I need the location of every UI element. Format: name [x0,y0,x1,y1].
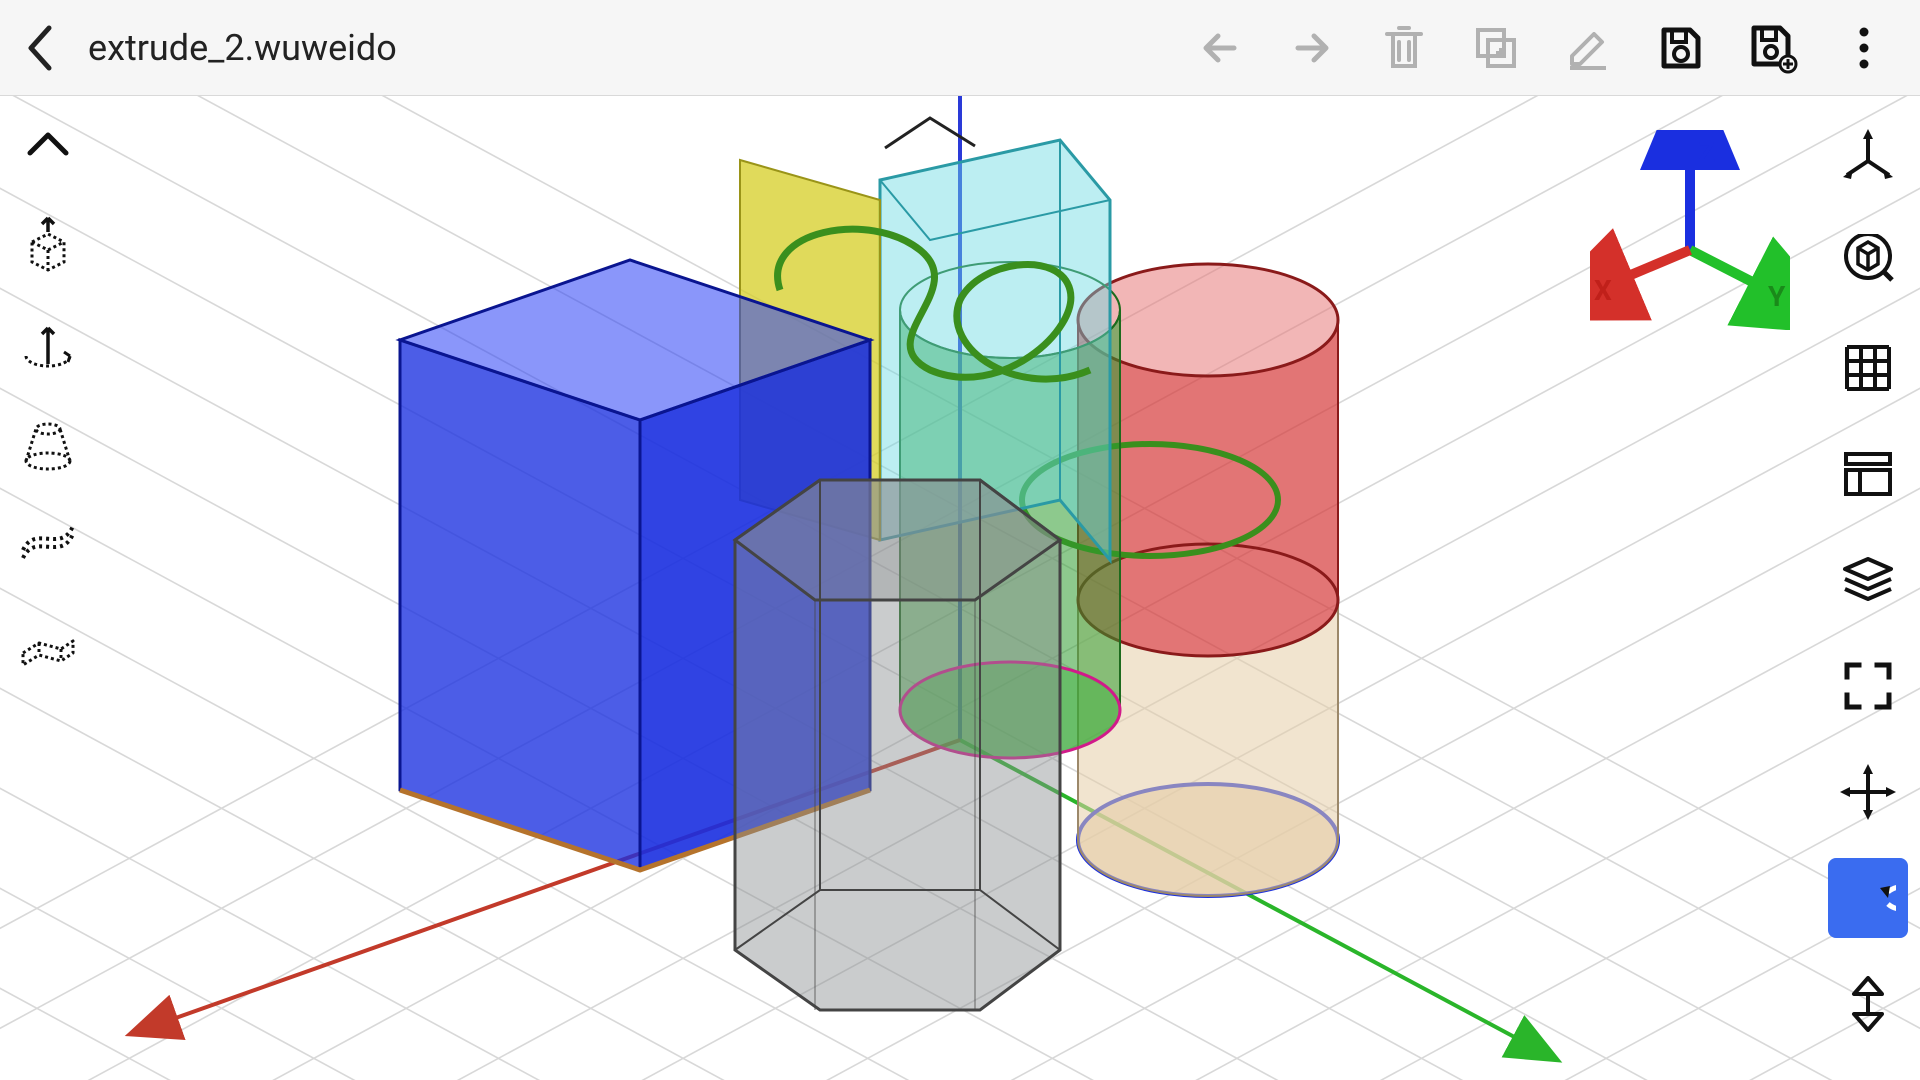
edit-button[interactable] [1560,20,1616,76]
more-menu-button[interactable] [1836,20,1892,76]
layers-button[interactable] [1828,540,1908,620]
thicken-tool-button[interactable] [12,608,84,680]
revolve-tool-button[interactable] [12,308,84,380]
orientation-gizmo[interactable]: Z Y X [1590,130,1790,330]
right-toolbar [1816,96,1920,1080]
collapse-panel-button[interactable] [12,108,84,180]
gizmo-z-label: Z [1698,136,1715,169]
left-toolbar [0,96,96,680]
back-button[interactable] [16,24,64,72]
fullscreen-button[interactable] [1828,646,1908,726]
loft-tool-button[interactable] [12,408,84,480]
gizmo-x-label: X [1594,274,1612,307]
copy-button[interactable] [1468,20,1524,76]
top-toolbar: extrude_2.wuweido [0,0,1920,96]
redo-button[interactable] [1284,20,1340,76]
axes-toggle-button[interactable] [1828,116,1908,196]
sweep-tool-button[interactable] [12,508,84,580]
viewport-canvas[interactable]: Z Y X [0,0,1920,1080]
elevation-tool-button[interactable] [1828,964,1908,1044]
save-as-button[interactable] [1744,20,1800,76]
save-button[interactable] [1652,20,1708,76]
align-view-button[interactable] [1828,434,1908,514]
pan-tool-button[interactable] [1828,752,1908,832]
extrude-tool-button[interactable] [12,208,84,280]
rotate-tool-button[interactable] [1828,858,1908,938]
undo-button[interactable] [1192,20,1248,76]
gizmo-y-label: Y [1768,280,1786,313]
document-filename: extrude_2.wuweido [88,27,397,69]
gray-hex-prism[interactable] [735,480,1060,1010]
grid-toggle-button[interactable] [1828,328,1908,408]
fit-view-button[interactable] [1828,222,1908,302]
delete-button[interactable] [1376,20,1432,76]
